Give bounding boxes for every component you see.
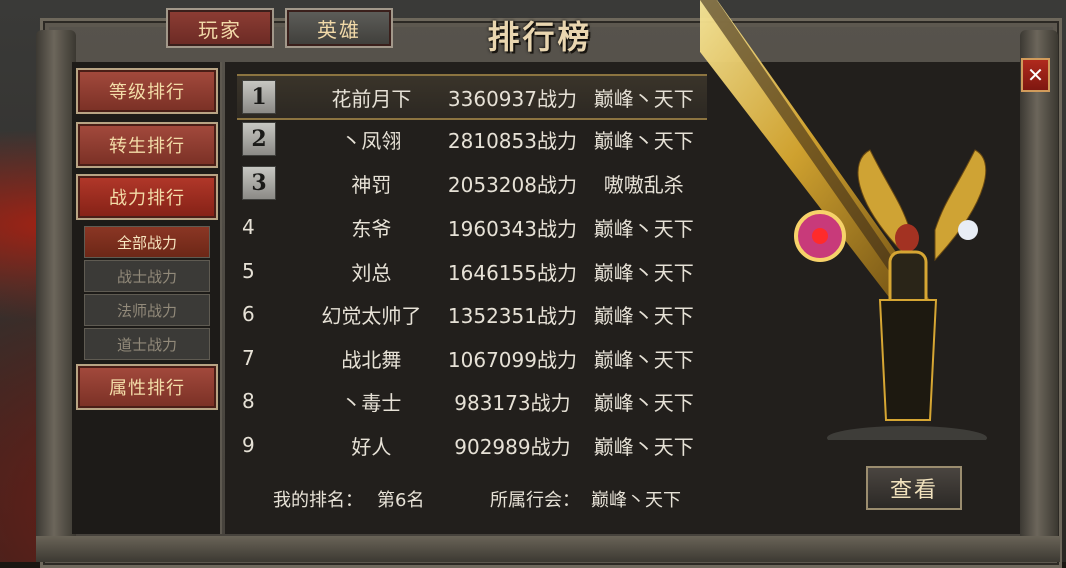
combat-power: 983173战力 [454,390,571,415]
left-pillar-decoration [36,30,76,562]
guild-name: 巅峰丶天下 [593,347,694,372]
view-button[interactable]: 查看 [866,466,962,510]
rank-number: 6 [242,302,255,326]
player-name: 丶凤翎 [341,128,402,153]
sub-tab-taoist-power[interactable]: 道士战力 [84,328,210,360]
guild-name: 巅峰丶天下 [593,260,694,285]
rank-number: 5 [242,259,255,283]
combat-power: 1646155战力 [447,260,577,285]
table-row[interactable]: 8 丶毒士 983173战力 巅峰丶天下 [237,380,707,422]
player-name: 丶毒士 [341,390,402,415]
rank-category-sidebar: 等级排行 转生排行 战力排行 全部战力 战士战力 法师战力 道士战力 属性排行 [72,62,222,534]
guild-name: 巅峰丶天下 [593,390,694,415]
player-name: 刘总 [351,260,392,285]
rank-badge-3: 3 [242,166,276,200]
table-row[interactable]: 7 战北舞 1067099战力 巅峰丶天下 [237,337,707,379]
player-name: 东爷 [351,216,392,241]
rank-number: 7 [242,346,255,370]
bottom-rail-decoration [36,536,1060,562]
level-rank-button[interactable]: 等级排行 [76,68,218,114]
guild-name: 巅峰丶天下 [593,128,694,153]
panel-title: 排行榜 [487,18,593,56]
attribute-rank-button[interactable]: 属性排行 [76,364,218,410]
guild-name: 巅峰丶天下 [593,434,694,459]
player-name: 花前月下 [331,86,412,111]
guild-name: 巅峰丶天下 [593,303,694,328]
table-row[interactable]: 6 幻觉太帅了 1352351战力 巅峰丶天下 [237,293,707,335]
combat-power: 1960343战力 [447,216,577,241]
guild-name: 嗷嗷乱杀 [603,172,684,197]
sub-tab-warrior-power[interactable]: 战士战力 [84,260,210,292]
rank-badge-2: 2 [242,122,276,156]
tab-hero[interactable]: 英雄 [285,8,393,48]
player-name: 战北舞 [341,347,402,372]
my-guild-value: 巅峰丶天下 [591,490,681,511]
table-row[interactable]: 3 神罚 2053208战力 嗷嗷乱杀 [237,162,707,204]
combat-power: 3360937战力 [447,86,577,111]
tab-player[interactable]: 玩家 [166,8,274,48]
my-rank-value: 第6名 [377,490,425,511]
player-name: 好人 [351,434,392,459]
my-guild-label: 所属行会： [490,490,580,511]
combat-power: 2053208战力 [447,172,577,197]
sub-tab-all-power[interactable]: 全部战力 [84,226,210,258]
player-name: 神罚 [351,172,392,197]
combat-power: 2810853战力 [447,128,577,153]
sub-tab-mage-power[interactable]: 法师战力 [84,294,210,326]
rank-number: 9 [242,433,255,457]
combat-power: 1067099战力 [447,347,577,372]
table-row[interactable]: 5 刘总 1646155战力 巅峰丶天下 [237,250,707,292]
table-row[interactable]: 1 花前月下 3360937战力 巅峰丶天下 [237,74,707,120]
rank-number: 8 [242,389,255,413]
table-row[interactable]: 4 东爷 1960343战力 巅峰丶天下 [237,206,707,248]
table-row[interactable]: 2 丶凤翎 2810853战力 巅峰丶天下 [237,118,707,160]
rank-badge-1: 1 [242,80,276,114]
table-row[interactable]: 9 好人 902989战力 巅峰丶天下 [237,424,707,466]
combat-power: 1352351战力 [447,303,577,328]
rank-number: 4 [242,215,255,239]
power-rank-button[interactable]: 战力排行 [76,174,218,220]
guild-name: 巅峰丶天下 [593,216,694,241]
guild-name: 巅峰丶天下 [593,86,694,111]
rebirth-rank-button[interactable]: 转生排行 [76,122,218,168]
character-showcase [700,0,987,440]
my-rank-label: 我的排名： [273,490,363,511]
player-name: 幻觉太帅了 [321,303,422,328]
combat-power: 902989战力 [454,434,571,459]
